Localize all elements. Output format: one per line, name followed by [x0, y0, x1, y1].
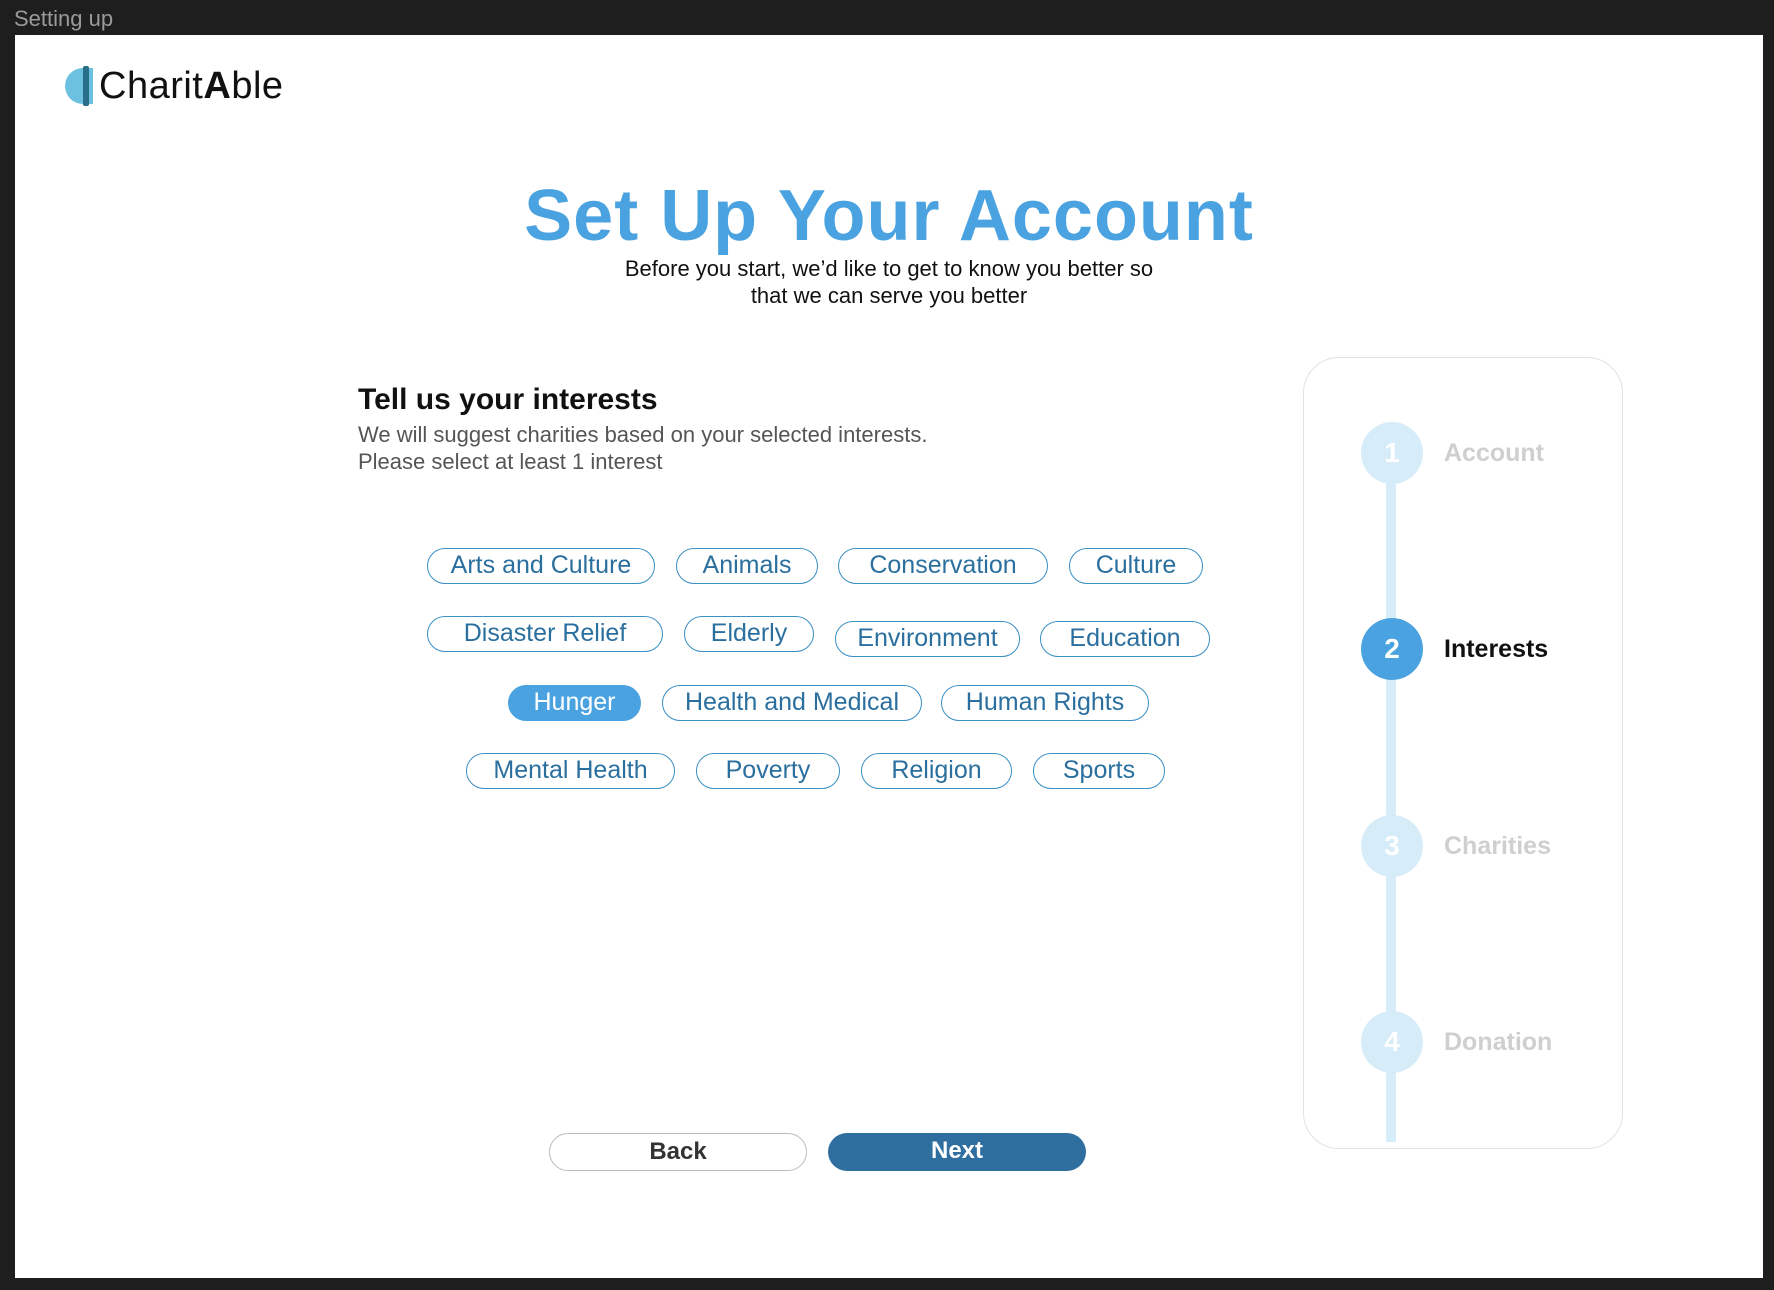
progress-stepper: 1 Account 2 Interests 3 Charities 4 Dona…	[1303, 357, 1623, 1149]
step-4-label: Donation	[1444, 1028, 1553, 1056]
step-3-circle: 3	[1361, 815, 1423, 877]
interest-chip-animals[interactable]: Animals	[676, 548, 818, 584]
interest-chip-culture[interactable]: Culture	[1069, 548, 1203, 584]
next-button[interactable]: Next	[828, 1133, 1086, 1171]
window-titlebar: Setting up	[0, 0, 1774, 35]
step-4-circle: 4	[1361, 1011, 1423, 1073]
interest-chip-health-and-medical[interactable]: Health and Medical	[662, 685, 922, 721]
interest-chip-sports[interactable]: Sports	[1033, 753, 1165, 789]
step-1-circle: 1	[1361, 422, 1423, 484]
window-title: Setting up	[14, 6, 114, 31]
interests-heading: Tell us your interests	[358, 383, 658, 416]
interest-chip-conservation[interactable]: Conservation	[838, 548, 1048, 584]
interest-chip-poverty[interactable]: Poverty	[696, 753, 840, 789]
setup-window: CharitAble Set Up Your Account Before yo…	[15, 35, 1763, 1278]
logo-icon	[65, 66, 97, 106]
step-3-label: Charities	[1444, 832, 1551, 860]
logo: CharitAble	[65, 61, 284, 111]
page-subtitle: Before you start, we’d like to get to kn…	[624, 256, 1154, 308]
page-title: Set Up Your Account	[524, 176, 1254, 256]
interest-chip-elderly[interactable]: Elderly	[684, 616, 814, 652]
interests-description: We will suggest charities based on your …	[358, 422, 928, 474]
interest-chip-human-rights[interactable]: Human Rights	[941, 685, 1149, 721]
back-button[interactable]: Back	[549, 1133, 807, 1171]
interest-chip-hunger[interactable]: Hunger	[508, 685, 641, 721]
interest-chip-arts-and-culture[interactable]: Arts and Culture	[427, 548, 655, 584]
step-2-label: Interests	[1444, 635, 1549, 663]
logo-text: CharitAble	[99, 64, 284, 107]
interest-chip-mental-health[interactable]: Mental Health	[466, 753, 675, 789]
interest-chip-education[interactable]: Education	[1040, 621, 1210, 657]
interest-chip-religion[interactable]: Religion	[861, 753, 1012, 789]
interest-chip-disaster-relief[interactable]: Disaster Relief	[427, 616, 663, 652]
interest-chip-environment[interactable]: Environment	[835, 621, 1020, 657]
step-2-circle: 2	[1361, 618, 1423, 680]
step-1-label: Account	[1444, 439, 1544, 467]
